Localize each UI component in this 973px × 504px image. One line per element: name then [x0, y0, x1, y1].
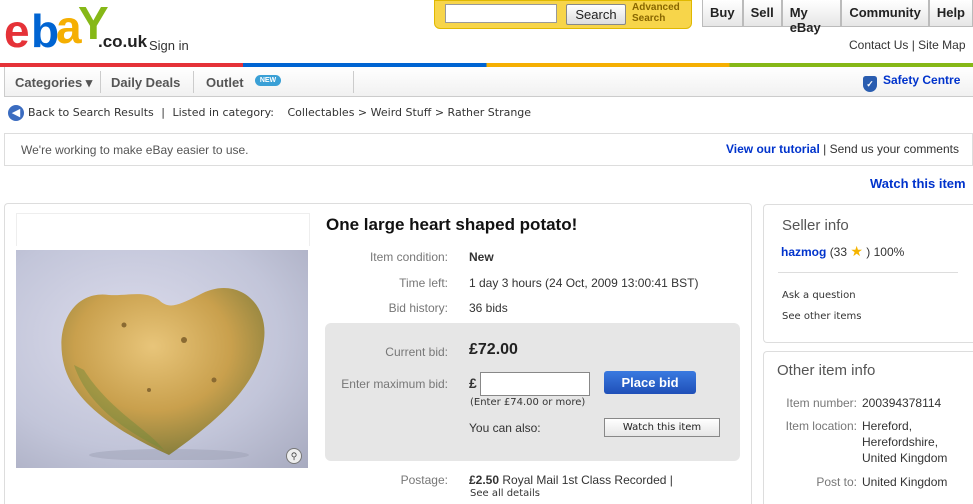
postage-info: £2.50 Royal Mail 1st Class Recorded | [469, 473, 673, 487]
item-photo[interactable]: ⚲ [16, 250, 308, 468]
item-location-label: Item location: [785, 419, 857, 433]
postage-price: £2.50 [469, 473, 500, 487]
you-can-also-label: You can also: [469, 421, 541, 435]
top-nav: Buy Sell My eBay Community Help [702, 0, 973, 35]
search-input[interactable] [445, 4, 557, 23]
contact-links[interactable]: Contact Us | Site Map [849, 38, 966, 52]
post-to-label: Post to: [816, 475, 857, 489]
item-location-line1: Hereford, [862, 419, 913, 433]
postage-method: Royal Mail 1st Class Recorded | [502, 473, 673, 487]
seller-name-link[interactable]: hazmog [781, 245, 826, 259]
feedback-message: We're working to make eBay easier to use… [21, 143, 249, 157]
feedback-separator: | [819, 142, 830, 156]
image-frame [16, 213, 310, 246]
time-left-label: Time left: [399, 276, 448, 290]
heart-potato-image [61, 287, 265, 460]
bid-hint: (Enter £74.00 or more) [470, 397, 586, 408]
watch-item-link[interactable]: Watch this item [870, 176, 966, 191]
breadcrumb: Back to Search Results | Listed in categ… [28, 106, 531, 119]
star-icon: ★ [850, 243, 863, 259]
zoom-icon[interactable]: ⚲ [286, 448, 302, 464]
view-tutorial-link[interactable]: View our tutorial [726, 142, 820, 156]
condition-value: New [469, 250, 494, 264]
currency-symbol: £ [469, 375, 477, 391]
advanced-search-line2: Search [632, 13, 666, 24]
category-nav: Categories ▾ Daily Deals Outlet NEW ✓ Saf… [4, 67, 973, 97]
logo-letter-b: b [31, 5, 59, 57]
postage-label: Postage: [400, 473, 448, 487]
top-nav-help[interactable]: Help [928, 0, 973, 27]
max-bid-label: Enter maximum bid: [341, 377, 448, 391]
safety-centre-label: Safety Centre [883, 73, 961, 87]
search-button[interactable]: Search [566, 4, 626, 25]
feedback-strip: We're working to make eBay easier to use… [4, 133, 973, 166]
ask-question-link[interactable]: Ask a question [782, 290, 856, 301]
other-info-title: Other item info [777, 362, 876, 379]
see-all-details-link[interactable]: See all details [470, 488, 540, 499]
sign-in-link[interactable]: Sign in [149, 38, 189, 53]
safety-centre-link[interactable]: ✓ Safety Centre [863, 73, 960, 92]
post-to-value: United Kingdom [862, 475, 948, 489]
feedback-links: View our tutorial | Send us your comment… [726, 142, 959, 156]
advanced-search-link[interactable]: Advanced Search [632, 2, 680, 24]
time-left-value: 1 day 3 hours (24 Oct, 2009 13:00:41 BST… [469, 276, 699, 290]
seller-line: hazmog (33 ★ ) 100% [781, 243, 904, 260]
place-bid-button[interactable]: Place bid [604, 371, 696, 394]
positive-feedback: 100% [873, 245, 905, 259]
condition-label: Item condition: [369, 250, 448, 264]
categories-menu[interactable]: Categories ▾ [15, 75, 92, 91]
feedback-score-close: ) [866, 245, 871, 259]
back-to-results-link[interactable]: Back to Search Results [28, 106, 154, 119]
top-nav-my-ebay[interactable]: My eBay [781, 0, 842, 35]
logo-letter-a: a [56, 1, 82, 53]
see-other-items-link[interactable]: See other items [782, 311, 861, 322]
nav-divider [100, 71, 101, 93]
nav-divider [193, 71, 194, 93]
category-path[interactable]: Collectables > Weird Stuff > Rather Stra… [288, 106, 532, 119]
send-comments-link[interactable]: Send us your comments [830, 142, 959, 156]
top-nav-community[interactable]: Community [841, 0, 929, 27]
ebay-logo[interactable]: e b a Y .co.uk [4, 0, 154, 62]
nav-divider [353, 71, 354, 93]
current-bid-value: £72.00 [469, 341, 518, 358]
item-number-label: Item number: [786, 396, 857, 410]
back-arrow-icon[interactable]: ◀ [8, 105, 24, 121]
top-nav-sell[interactable]: Sell [742, 0, 782, 27]
top-nav-buy[interactable]: Buy [702, 0, 743, 27]
feedback-score-open: (33 [829, 245, 848, 259]
outlet-link[interactable]: Outlet [206, 75, 244, 90]
advanced-search-line1: Advanced [632, 2, 680, 13]
bid-history-label: Bid history: [388, 301, 448, 315]
logo-domain: .co.uk [98, 32, 148, 51]
breadcrumb-separator: | [161, 106, 165, 119]
seller-info-panel: Seller info hazmog (33 ★ ) 100% Ask a qu… [763, 204, 973, 343]
item-location-line2: Herefordshire, [862, 435, 939, 449]
current-bid-label: Current bid: [385, 345, 448, 359]
other-item-info-panel: Other item info Item number: 20039437811… [763, 351, 973, 504]
item-title: One large heart shaped potato! [326, 215, 578, 234]
daily-deals-link[interactable]: Daily Deals [111, 75, 180, 90]
logo-letter-e: e [4, 5, 30, 57]
seller-info-title: Seller info [782, 217, 849, 234]
item-location-line3: United Kingdom [862, 451, 948, 465]
watch-item-button[interactable]: Watch this item [604, 418, 720, 437]
max-bid-input[interactable] [480, 372, 590, 396]
new-badge: NEW [255, 75, 281, 86]
shield-icon: ✓ [863, 76, 877, 92]
bid-history-link[interactable]: 36 bids [469, 301, 508, 315]
item-number-value: 200394378114 [862, 396, 942, 410]
search-bar: Search Advanced Search [434, 0, 692, 29]
seller-divider [778, 272, 958, 273]
listed-in-label: Listed in category: [172, 106, 274, 119]
